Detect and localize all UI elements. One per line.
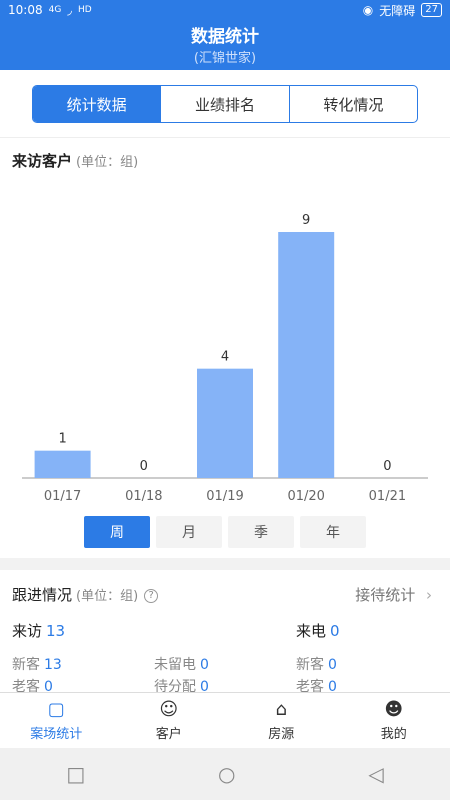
stat-value: 0 xyxy=(200,657,209,673)
stat-label: 新客 xyxy=(296,657,324,673)
bar-value-label: 0 xyxy=(383,459,391,474)
nav-label: 我的 xyxy=(380,727,407,742)
divider xyxy=(0,137,450,138)
hd-icon: HD xyxy=(77,5,92,15)
tab-conversion[interactable]: 转化情况 xyxy=(288,86,417,122)
x-tick-label: 01/20 xyxy=(287,489,324,504)
status-time: 10:08 xyxy=(8,3,43,17)
follow-up-panel: 跟进情况 (单位：组)? 接待统计 › 来访 13 来电 0 新客 13 未留电 0 新客… xyxy=(0,570,450,692)
bottom-nav: ▢ 案场统计 ☺ 客户 ⌂ 房源 ☻ 我的 xyxy=(0,692,450,748)
system-nav-bar: □ ○ ◁ xyxy=(0,748,450,800)
stat-label: 未留电 xyxy=(154,657,196,673)
bar-value-label: 4 xyxy=(221,350,229,365)
back-icon[interactable]: ◁ xyxy=(368,762,383,786)
period-week-button[interactable]: 周 xyxy=(84,516,150,548)
monitor-icon: ▢ xyxy=(47,699,65,720)
visit-count: 来访 13 xyxy=(12,620,65,641)
chevron-right-icon: › xyxy=(426,586,432,604)
battery-icon: 27 xyxy=(421,3,442,17)
x-tick-label: 01/17 xyxy=(44,489,81,504)
visitors-bar-chart: 1 01/17 0 01/18 4 01/19 9 01/20 0 01/21 xyxy=(22,213,428,504)
follow-title-text: 跟进情况 xyxy=(12,586,73,604)
nav-profile[interactable]: ☻ 我的 xyxy=(338,693,450,748)
stat-label: 新客 xyxy=(12,657,40,673)
stat-value: 0 xyxy=(328,679,337,692)
stat-label: 待分配 xyxy=(154,679,196,692)
nav-customers[interactable]: ☺ 客户 xyxy=(113,693,226,748)
nav-label: 房源 xyxy=(268,727,295,742)
smile-icon: ☺ xyxy=(159,699,179,720)
signal-icon: 4G xyxy=(48,5,62,15)
x-tick-label: 01/18 xyxy=(125,489,162,504)
x-tick-label: 01/19 xyxy=(206,489,243,504)
bar-value-label: 9 xyxy=(302,213,310,228)
nav-label: 客户 xyxy=(155,727,182,742)
stat-value: 0 xyxy=(328,657,337,673)
page-subtitle: (汇锦世家) xyxy=(193,51,257,66)
stat-value: 0 xyxy=(200,679,209,692)
pending-assignment: 待分配 0 xyxy=(154,676,209,692)
call-value: 0 xyxy=(330,622,340,640)
stat-value: 0 xyxy=(44,679,53,692)
help-icon[interactable]: ? xyxy=(144,588,159,603)
bar-01/20 xyxy=(278,232,335,478)
bar-value-label: 1 xyxy=(58,432,66,447)
visit-old-customers: 老客 0 xyxy=(12,676,53,692)
visitors-title-text: 来访客户 xyxy=(12,152,73,170)
page-title: 数据统计 xyxy=(191,27,259,47)
nav-site-stats[interactable]: ▢ 案场统计 xyxy=(0,693,113,748)
accessibility-label: 无障碍 xyxy=(379,3,416,18)
tab-statistics[interactable]: 统计数据 xyxy=(33,86,161,122)
period-month-button[interactable]: 月 xyxy=(156,516,222,548)
visit-value: 13 xyxy=(46,622,66,640)
call-old-customers: 老客 0 xyxy=(296,676,337,692)
stat-label: 老客 xyxy=(12,679,40,692)
follow-title: 跟进情况 (单位：组)? xyxy=(12,584,159,605)
x-tick-label: 01/21 xyxy=(369,489,406,504)
accessibility-icon: ◉ xyxy=(362,3,374,17)
bar-01/17 xyxy=(34,450,91,478)
call-label: 来电 xyxy=(296,622,327,640)
house-icon: ⌂ xyxy=(275,699,287,720)
period-year-button[interactable]: 年 xyxy=(300,516,366,548)
visitors-title: 来访客户 (单位：组) xyxy=(12,150,138,171)
bar-value-label: 0 xyxy=(140,459,148,474)
nav-label: 案场统计 xyxy=(30,727,83,742)
stat-value: 13 xyxy=(44,657,62,673)
status-bar: 10:08 4G ◞ HD ◉ 无障碍 27 xyxy=(0,0,450,20)
reception-stats-link[interactable]: 接待统计 › xyxy=(355,584,432,605)
segment-tabs: 统计数据 业绩排名 转化情况 xyxy=(32,85,418,123)
tab-ranking[interactable]: 业绩排名 xyxy=(160,86,288,122)
visitors-unit: (单位：组) xyxy=(76,155,139,170)
nav-listings[interactable]: ⌂ 房源 xyxy=(225,693,338,748)
user-icon: ☻ xyxy=(384,699,404,720)
reception-stats-label: 接待统计 xyxy=(355,586,416,604)
no-phone-left: 未留电 0 xyxy=(154,654,209,674)
recents-icon[interactable]: □ xyxy=(66,762,85,786)
visit-label: 来访 xyxy=(12,622,43,640)
stat-label: 老客 xyxy=(296,679,324,692)
call-count: 来电 0 xyxy=(296,620,340,641)
wifi-icon: ◞ xyxy=(67,3,72,17)
follow-unit: (单位：组) xyxy=(76,589,139,604)
bar-01/19 xyxy=(197,368,253,478)
visit-new-customers: 新客 13 xyxy=(12,654,62,674)
top-bar: 10:08 4G ◞ HD ◉ 无障碍 27 数据统计 (汇锦世家) xyxy=(0,0,450,70)
period-selector: 周 月 季 年 xyxy=(84,516,366,548)
statistics-panel: 统计数据 业绩排名 转化情况 来访客户 (单位：组) 1 01/17 0 01/18 4 0… xyxy=(0,70,450,558)
period-quarter-button[interactable]: 季 xyxy=(228,516,294,548)
home-icon[interactable]: ○ xyxy=(218,762,235,786)
call-new-customers: 新客 0 xyxy=(296,654,337,674)
